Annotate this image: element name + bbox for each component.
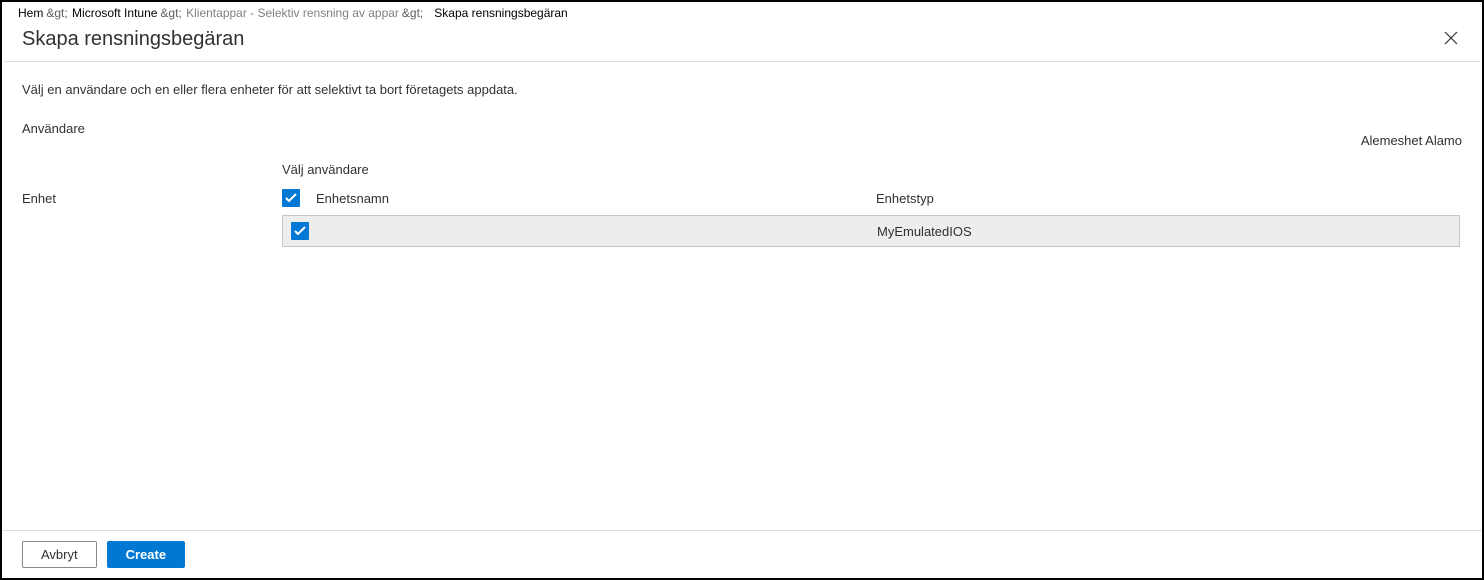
user-value: Alemeshet Alamo (1361, 133, 1462, 148)
select-user-link[interactable]: Välj användare (282, 162, 1462, 177)
close-button[interactable] (1440, 29, 1462, 51)
page-title: Skapa rensningsbegäran (22, 28, 1440, 51)
breadcrumb-current: Skapa rensningsbegäran (434, 6, 569, 20)
breadcrumb-sep: &gt; (401, 6, 424, 20)
select-all-checkbox[interactable] (282, 189, 300, 207)
breadcrumb: Hem&gt; Microsoft Intune&gt; Klientappar… (2, 2, 1482, 22)
breadcrumb-sep: &gt; (159, 6, 182, 20)
user-label: Användare (22, 121, 282, 136)
column-header-type[interactable]: Enhetstyp (876, 191, 1460, 206)
instruction-text: Välj en användare och en eller flera enh… (22, 82, 1462, 97)
device-label: Enhet (22, 185, 282, 247)
check-icon (285, 191, 297, 206)
content-area: Välj en användare och en eller flera enh… (2, 62, 1482, 530)
column-header-name[interactable]: Enhetsnamn (316, 191, 876, 206)
breadcrumb-intune[interactable]: Microsoft Intune (72, 6, 159, 20)
breadcrumb-home[interactable]: Hem (18, 6, 45, 20)
create-button[interactable]: Create (107, 541, 185, 568)
close-icon (1444, 31, 1458, 48)
row-checkbox[interactable] (291, 222, 309, 240)
user-field-row: Användare Alemeshet Alamo (22, 121, 1462, 136)
device-table: Enhetsnamn Enhetstyp MyEmulatedIOS (282, 185, 1460, 247)
check-icon (294, 224, 306, 239)
table-header: Enhetsnamn Enhetstyp (282, 185, 1460, 215)
device-section: Enhet Enhetsnamn Enhetstyp (22, 185, 1462, 247)
breadcrumb-sep: &gt; (45, 6, 68, 20)
row-device-type: MyEmulatedIOS (877, 224, 1451, 239)
cancel-button[interactable]: Avbryt (22, 541, 97, 568)
breadcrumb-clientapps[interactable]: Klientappar - Selektiv rensning av appar (186, 6, 401, 20)
table-row[interactable]: MyEmulatedIOS (282, 215, 1460, 247)
footer: Avbryt Create (2, 530, 1482, 578)
blade-header: Skapa rensningsbegäran (2, 22, 1482, 61)
